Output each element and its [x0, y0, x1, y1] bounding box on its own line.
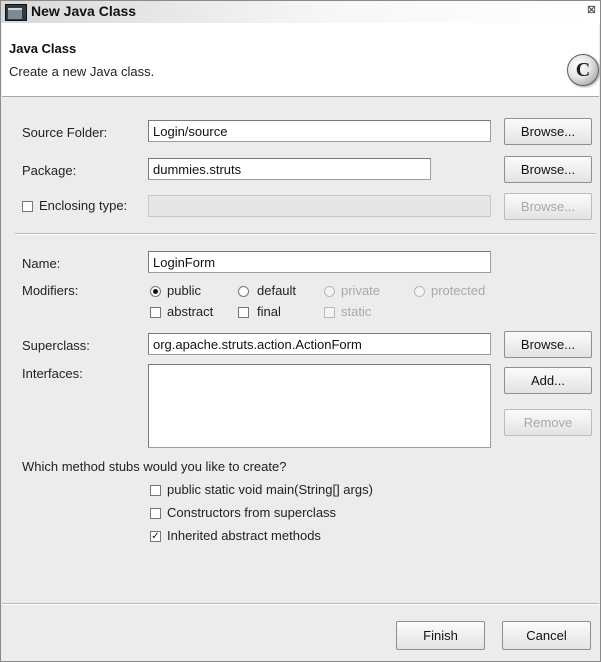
modifiers-label: Modifiers: — [22, 283, 79, 298]
final-label: final — [257, 304, 281, 319]
abstract-checkbox[interactable] — [150, 307, 161, 318]
java-class-window-icon — [5, 4, 27, 21]
final-checkbox[interactable] — [238, 307, 249, 318]
source-folder-label: Source Folder: — [22, 125, 108, 140]
stubs-question: Which method stubs would you like to cre… — [22, 459, 287, 474]
class-c-icon: C — [567, 54, 599, 86]
constructors-checkbox[interactable] — [150, 508, 161, 519]
footer-separator — [2, 603, 599, 605]
superclass-browse-button[interactable]: Browse... — [504, 331, 592, 358]
finish-button[interactable]: Finish — [396, 621, 485, 650]
constructors-label: Constructors from superclass — [167, 505, 337, 520]
inherited-abstract-label: Inherited abstract methods — [167, 528, 321, 543]
public-radio[interactable] — [150, 286, 161, 297]
static-checkbox — [324, 307, 335, 318]
name-input[interactable] — [148, 251, 491, 273]
package-label: Package: — [22, 163, 77, 178]
protected-radio — [414, 286, 425, 297]
static-label: static — [341, 304, 372, 319]
inherited-abstract-checkbox[interactable]: ✓ — [150, 531, 161, 542]
enclosing-type-checkbox[interactable] — [22, 201, 33, 212]
package-input[interactable] — [148, 158, 431, 180]
public-label: public — [167, 283, 201, 298]
window-title: New Java Class — [31, 3, 137, 19]
package-browse-button[interactable]: Browse... — [504, 156, 592, 183]
default-radio[interactable] — [238, 286, 249, 297]
main-method-label: public static void main(String[] args) — [167, 482, 373, 497]
separator — [15, 233, 596, 235]
new-java-class-dialog: New Java Class ⊠ Java Class Create a new… — [0, 0, 601, 662]
protected-label: protected — [431, 283, 486, 298]
superclass-input[interactable] — [148, 333, 491, 355]
default-label: default — [257, 283, 297, 298]
close-icon[interactable]: ⊠ — [585, 4, 598, 17]
source-folder-input[interactable] — [148, 120, 491, 142]
interfaces-add-button[interactable]: Add... — [504, 367, 592, 394]
header-title: Java Class — [9, 41, 77, 56]
abstract-label: abstract — [167, 304, 214, 319]
interfaces-list[interactable] — [148, 364, 491, 448]
superclass-label: Superclass: — [22, 338, 90, 353]
enclosing-type-input — [148, 195, 491, 217]
source-folder-browse-button[interactable]: Browse... — [504, 118, 592, 145]
enclosing-type-label: Enclosing type: — [39, 198, 128, 213]
private-label: private — [341, 283, 381, 298]
enclosing-type-browse-button: Browse... — [504, 193, 592, 220]
interfaces-label: Interfaces: — [22, 366, 83, 381]
name-label: Name: — [22, 256, 61, 271]
cancel-button[interactable]: Cancel — [502, 621, 591, 650]
header-subtitle: Create a new Java class. — [9, 64, 155, 79]
private-radio — [324, 286, 335, 297]
interfaces-remove-button: Remove — [504, 409, 592, 436]
main-method-checkbox[interactable] — [150, 485, 161, 496]
title-bar: New Java Class ⊠ — [1, 1, 600, 23]
wizard-header: Java Class Create a new Java class. C — [2, 23, 599, 97]
